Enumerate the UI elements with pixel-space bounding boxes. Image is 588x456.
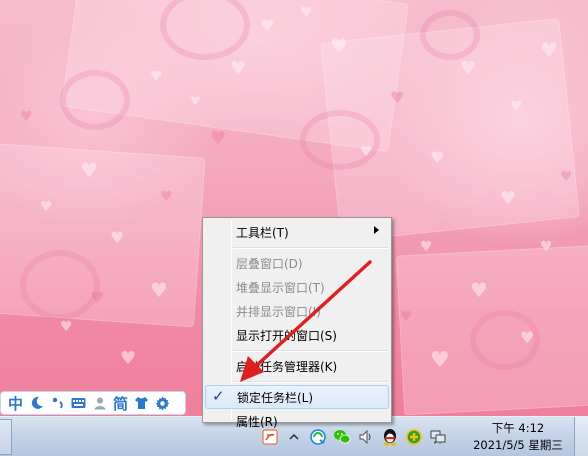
taskbar-context-menu: 工具栏(T) 层叠窗口(D) 堆叠显示窗口(T) 并排显示窗口(I) 显示打开的… (202, 217, 392, 429)
system-clock[interactable]: 下午 4:12 2021/5/5 星期三 (468, 420, 568, 454)
simplified-icon[interactable]: 简 (110, 393, 131, 413)
menu-item-label: 并排显示窗口(I) (236, 304, 321, 319)
heart-decoration: ♥ (520, 328, 535, 347)
heart-decoration: ♥ (150, 278, 168, 302)
heart-decoration: ♥ (230, 58, 247, 79)
wallpaper-swirl (300, 110, 380, 170)
heart-decoration: ♥ (300, 5, 313, 21)
heart-decoration: ♥ (190, 94, 201, 108)
heart-decoration: ♥ (20, 109, 33, 125)
network-icon[interactable] (426, 417, 450, 456)
menu-item-lock-taskbar[interactable]: ✓ 锁定任务栏(L) (205, 385, 389, 409)
settings-gear-icon[interactable] (152, 393, 173, 413)
heart-decoration: ♥ (420, 239, 433, 255)
shirt-skin-icon[interactable] (131, 393, 152, 413)
heart-decoration: ♥ (540, 38, 558, 62)
chinese-mode-icon[interactable]: 中 (5, 393, 26, 413)
menu-item-label: 启动任务管理器(K) (236, 359, 338, 374)
wallpaper-swirl (20, 250, 100, 320)
heart-decoration: ♥ (260, 16, 275, 35)
menu-item-task-manager[interactable]: 启动任务管理器(K) (205, 354, 389, 378)
taskbar-start-edge[interactable] (0, 419, 12, 455)
checkmark-icon: ✓ (212, 387, 225, 405)
menu-item-label: 堆叠显示窗口(T) (236, 280, 325, 295)
menu-item-label: 层叠窗口(D) (236, 256, 303, 271)
heart-decoration: ♥ (510, 99, 523, 115)
heart-decoration: ♥ (40, 199, 53, 215)
heart-decoration: ♥ (400, 309, 413, 325)
menu-separator (205, 244, 389, 251)
menu-item-label: 工具栏(T) (236, 225, 289, 240)
wallpaper-swirl (420, 10, 480, 60)
keyboard-icon[interactable] (68, 393, 89, 413)
ime-toolbar: 中 简 (0, 391, 186, 415)
heart-decoration: ♥ (150, 69, 163, 85)
heart-decoration: ♥ (160, 189, 173, 205)
punctuation-icon[interactable] (47, 393, 68, 413)
heart-decoration: ♥ (500, 188, 517, 209)
user-icon[interactable] (89, 393, 110, 413)
menu-item-label: 属性(R) (236, 414, 278, 429)
heart-decoration: ♥ (110, 228, 125, 247)
menu-item-show-desktop-windows[interactable]: 显示打开的窗口(S) (205, 323, 389, 347)
heart-decoration: ♥ (360, 144, 373, 160)
wallpaper-swirl (60, 70, 130, 130)
heart-decoration: ♥ (330, 34, 348, 58)
menu-item-stack-windows[interactable]: 堆叠显示窗口(T) (205, 275, 389, 299)
heart-decoration: ♥ (470, 278, 488, 302)
heart-decoration: ♥ (540, 239, 553, 255)
heart-decoration: ♥ (390, 88, 405, 107)
menu-item-side-by-side[interactable]: 并排显示窗口(I) (205, 299, 389, 323)
heart-decoration: ♥ (430, 348, 450, 373)
heart-decoration: ♥ (120, 348, 137, 369)
menu-item-toolbars[interactable]: 工具栏(T) (205, 220, 389, 244)
heart-decoration: ♥ (60, 319, 73, 335)
menu-item-label: 显示打开的窗口(S) (236, 328, 337, 343)
menu-separator (205, 378, 389, 385)
heart-decoration: ♥ (430, 148, 445, 167)
menu-item-label: 锁定任务栏(L) (237, 390, 314, 405)
submenu-arrow-icon (374, 226, 379, 234)
heart-decoration: ♥ (90, 288, 105, 307)
show-desktop-button[interactable] (574, 417, 588, 456)
menu-item-properties[interactable]: 属性(R) (205, 409, 389, 433)
moon-halfwidth-icon[interactable] (26, 393, 47, 413)
menu-item-cascade-windows[interactable]: 层叠窗口(D) (205, 251, 389, 275)
clock-time: 下午 4:12 (491, 421, 545, 435)
heart-decoration: ♥ (560, 169, 573, 185)
heart-decoration: ♥ (460, 58, 477, 79)
heart-decoration: ♥ (210, 128, 227, 149)
clock-date: 2021/5/5 星期三 (473, 438, 563, 452)
heart-decoration: ♥ (80, 158, 98, 182)
security-plus-icon[interactable] (402, 417, 426, 456)
menu-separator (205, 347, 389, 354)
